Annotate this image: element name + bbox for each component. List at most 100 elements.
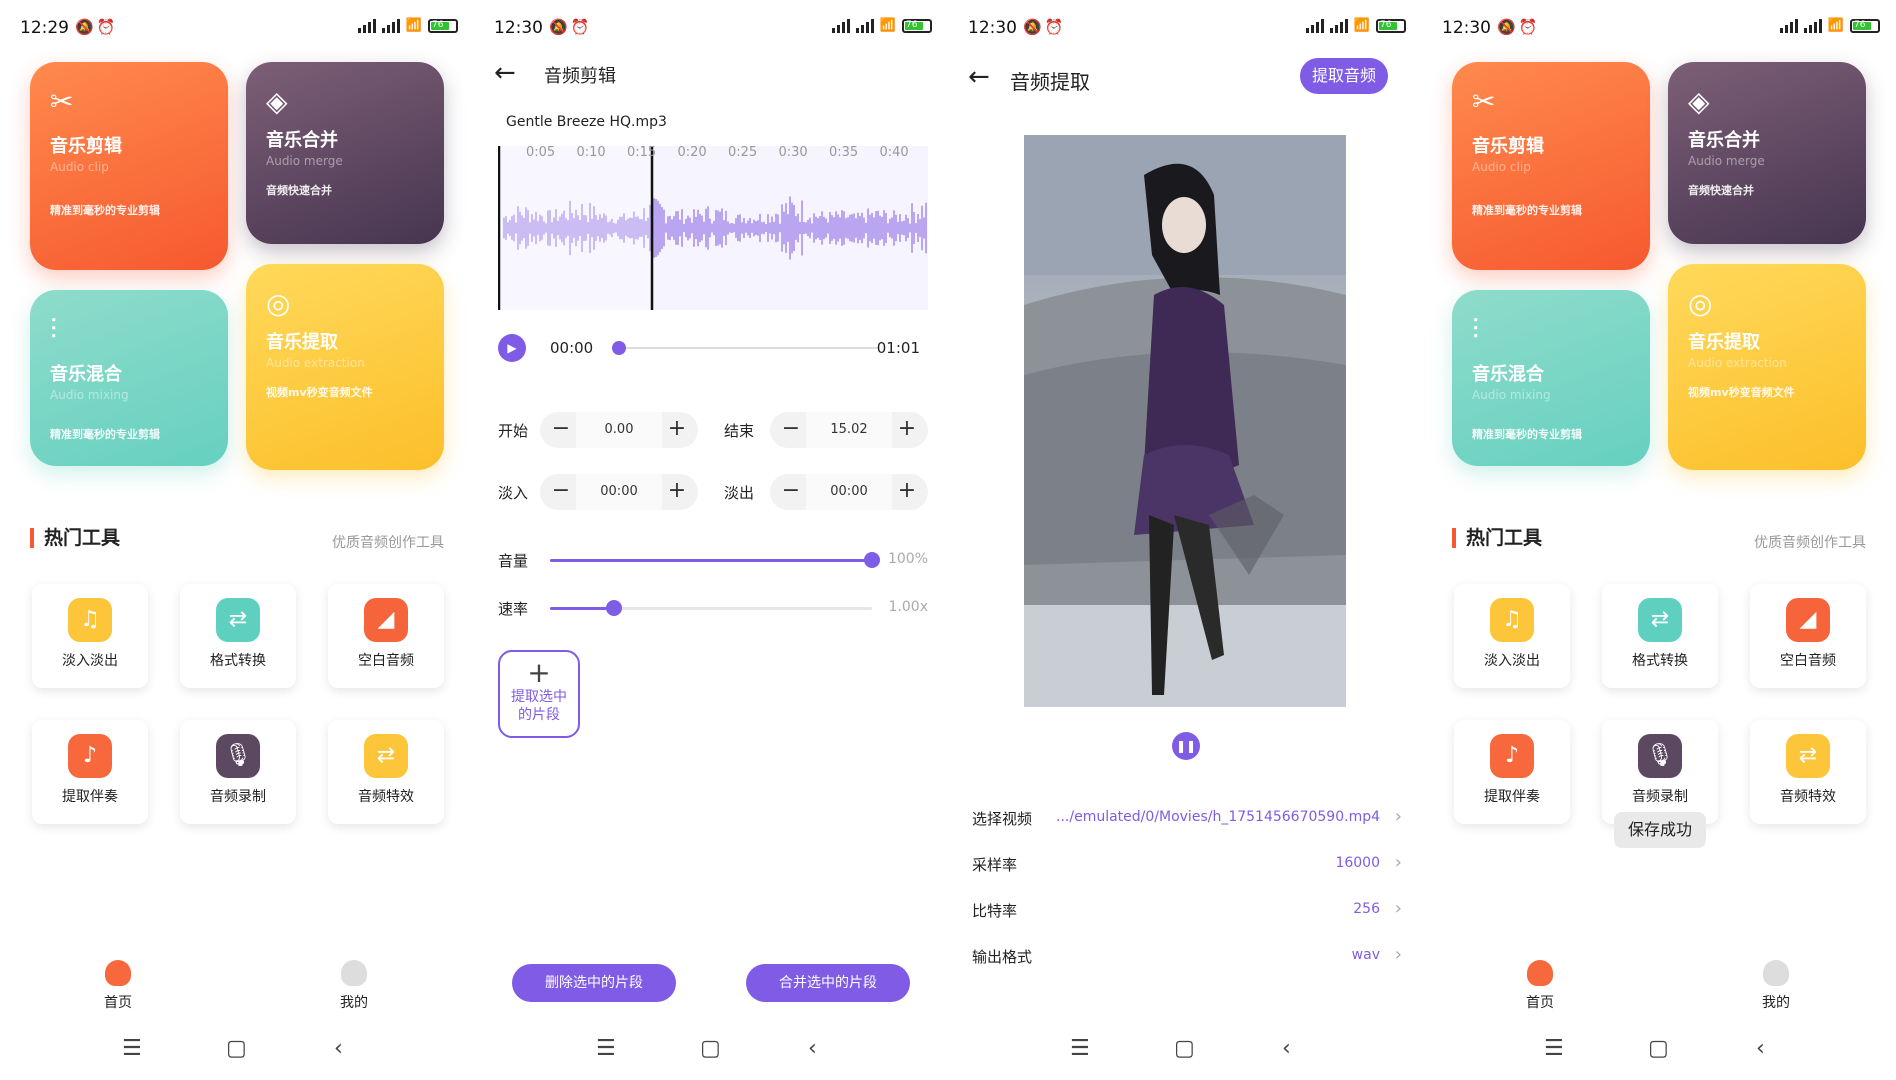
chevron-right-icon: › bbox=[1394, 806, 1402, 827]
fadeout-stepper: − 00:00 + bbox=[770, 474, 928, 510]
fadein-value[interactable]: 00:00 bbox=[576, 474, 662, 510]
tool-blank-audio[interactable]: ◢ 空白音频 bbox=[328, 584, 444, 688]
tool-fade[interactable]: ♫ 淡入淡出 bbox=[32, 584, 148, 688]
hot-tools-title: 热门工具 bbox=[30, 528, 120, 548]
selection-region[interactable] bbox=[498, 146, 652, 310]
fade-icon: ♫ bbox=[68, 598, 112, 642]
play-icon[interactable]: ▶ bbox=[498, 334, 526, 362]
home-square-icon[interactable]: ▢ bbox=[226, 1036, 247, 1061]
row-label: 采样率 bbox=[972, 856, 1018, 874]
card-audio-clip[interactable]: ✂ 音乐剪辑 Audio clip 精准到毫秒的专业剪辑 bbox=[1452, 62, 1650, 270]
fade-icon: ♫ bbox=[1490, 598, 1534, 642]
back-chevron-icon[interactable]: ‹ bbox=[1282, 1036, 1291, 1061]
minus-icon[interactable]: − bbox=[776, 477, 806, 507]
card-audio-merge[interactable]: ◈ 音乐合并 Audio merge 音频快速合并 bbox=[246, 62, 444, 244]
menu-icon[interactable]: ☰ bbox=[596, 1036, 616, 1061]
output-format-row[interactable]: 输出格式 wav › bbox=[972, 942, 1402, 972]
card-desc: 视频mv秒变音频文件 bbox=[1688, 386, 1795, 399]
plus-icon[interactable]: + bbox=[662, 477, 692, 507]
plus-icon[interactable]: + bbox=[892, 415, 922, 445]
progress-track[interactable] bbox=[618, 347, 878, 349]
start-end-row: 开始 − 0.00 + 结束 − 15.02 + bbox=[498, 412, 928, 448]
volume-knob[interactable] bbox=[864, 552, 880, 568]
tool-accompaniment[interactable]: ♪ 提取伴奏 bbox=[32, 720, 148, 824]
card-audio-extraction[interactable]: ◎ 音乐提取 Audio extraction 视频mv秒变音频文件 bbox=[1668, 264, 1866, 470]
plus-icon[interactable]: + bbox=[892, 477, 922, 507]
start-value[interactable]: 0.00 bbox=[576, 412, 662, 448]
tool-convert[interactable]: ⇄ 格式转换 bbox=[1602, 584, 1718, 688]
end-value[interactable]: 15.02 bbox=[806, 412, 892, 448]
tool-accompaniment[interactable]: ♪ 提取伴奏 bbox=[1454, 720, 1570, 824]
status-right-icons: 📶 76 bbox=[1305, 18, 1406, 33]
wifi-icon: 📶 bbox=[405, 18, 422, 33]
tab-home[interactable]: 首页 bbox=[78, 960, 158, 1012]
tool-blank-audio[interactable]: ◢ 空白音频 bbox=[1750, 584, 1866, 688]
speed-knob[interactable] bbox=[606, 600, 623, 616]
tool-effect[interactable]: ⇄ 音频特效 bbox=[1750, 720, 1866, 824]
row-value: .../emulated/0/Movies/h_1751456670590.mp… bbox=[1056, 809, 1380, 825]
extract-audio-button[interactable]: 提取音频 bbox=[1299, 58, 1388, 94]
card-subtitle: Audio mixing bbox=[1472, 388, 1551, 402]
tab-home[interactable]: 首页 bbox=[1500, 960, 1580, 1012]
tool-record[interactable]: 🎙 音频录制 bbox=[180, 720, 296, 824]
delete-segment-button[interactable]: 删除选中的片段 bbox=[512, 964, 676, 1002]
merge-segment-button[interactable]: 合并选中的片段 bbox=[746, 964, 910, 1002]
tool-convert[interactable]: ⇄ 格式转换 bbox=[180, 584, 296, 688]
home-square-icon[interactable]: ▢ bbox=[1174, 1036, 1195, 1061]
back-chevron-icon[interactable]: ‹ bbox=[808, 1036, 817, 1061]
minus-icon[interactable]: − bbox=[546, 477, 576, 507]
row-label: 选择视频 bbox=[972, 810, 1033, 828]
progress-knob[interactable] bbox=[612, 341, 626, 355]
back-arrow-icon[interactable]: ← bbox=[968, 62, 990, 92]
user-icon bbox=[341, 960, 367, 986]
minus-icon[interactable]: − bbox=[776, 415, 806, 445]
status-bar: 12:30 🔕⏰ 📶 76 bbox=[1422, 0, 1896, 58]
card-title: 音乐合并 bbox=[266, 130, 338, 151]
back-chevron-icon[interactable]: ‹ bbox=[1756, 1036, 1765, 1061]
battery-icon: 76 bbox=[1376, 18, 1406, 33]
wave-icon: ◎ bbox=[266, 287, 291, 320]
bitrate-row[interactable]: 比特率 256 › bbox=[972, 896, 1402, 926]
back-chevron-icon[interactable]: ‹ bbox=[334, 1036, 343, 1061]
extract-segment-button[interactable]: + 提取选中的片段 bbox=[498, 650, 580, 738]
system-nav-bar: ☰ ▢ ‹ bbox=[1422, 1036, 1896, 1066]
tab-mine[interactable]: 我的 bbox=[314, 960, 394, 1012]
video-preview[interactable] bbox=[1024, 135, 1346, 707]
card-desc: 精准到毫秒的专业剪辑 bbox=[50, 428, 160, 441]
battery-icon: 76 bbox=[902, 18, 932, 33]
tab-mine[interactable]: 我的 bbox=[1736, 960, 1816, 1012]
fadeout-value[interactable]: 00:00 bbox=[806, 474, 892, 510]
bottom-tab-bar: 首页 我的 bbox=[1422, 960, 1896, 1020]
home-screen-toast: 12:30 🔕⏰ 📶 76 ✂ 音乐剪辑 Audio clip 精准到毫秒的专业… bbox=[1422, 0, 1896, 1080]
signal-icon bbox=[1803, 18, 1822, 33]
tool-label: 音频特效 bbox=[358, 789, 414, 805]
menu-icon[interactable]: ☰ bbox=[1070, 1036, 1090, 1061]
menu-icon[interactable]: ☰ bbox=[1544, 1036, 1564, 1061]
tool-label: 空白音频 bbox=[1780, 653, 1836, 669]
back-arrow-icon[interactable]: ← bbox=[494, 58, 516, 88]
card-audio-merge[interactable]: ◈ 音乐合并 Audio merge 音频快速合并 bbox=[1668, 62, 1866, 244]
menu-icon[interactable]: ☰ bbox=[122, 1036, 142, 1061]
tool-fade[interactable]: ♫ 淡入淡出 bbox=[1454, 584, 1570, 688]
home-square-icon[interactable]: ▢ bbox=[700, 1036, 721, 1061]
plus-icon[interactable]: + bbox=[662, 415, 692, 445]
tool-effect[interactable]: ⇄ 音频特效 bbox=[328, 720, 444, 824]
tab-label: 我的 bbox=[1762, 995, 1790, 1011]
home-square-icon[interactable]: ▢ bbox=[1648, 1036, 1669, 1061]
effect-icon: ⇄ bbox=[1786, 734, 1830, 778]
tool-label: 格式转换 bbox=[210, 653, 266, 669]
minus-icon[interactable]: − bbox=[546, 415, 576, 445]
scissors-icon: ✂ bbox=[1472, 85, 1496, 118]
tool-label: 音频录制 bbox=[1632, 789, 1688, 805]
status-time: 12:30 bbox=[1442, 18, 1491, 38]
waveform[interactable] bbox=[498, 146, 928, 310]
card-audio-mixing[interactable]: ⫶ 音乐混合 Audio mixing 精准到毫秒的专业剪辑 bbox=[1452, 290, 1650, 466]
card-audio-clip[interactable]: ✂ 音乐剪辑 Audio clip 精准到毫秒的专业剪辑 bbox=[30, 62, 228, 270]
time-tick: 0:35 bbox=[829, 145, 859, 160]
select-video-row[interactable]: 选择视频 .../emulated/0/Movies/h_17514566705… bbox=[972, 804, 1402, 834]
pause-icon[interactable]: ❚❚ bbox=[1172, 732, 1200, 760]
sample-rate-row[interactable]: 采样率 16000 › bbox=[972, 850, 1402, 880]
tool-record[interactable]: 🎙 音频录制 bbox=[1602, 720, 1718, 824]
card-audio-mixing[interactable]: ⫶ 音乐混合 Audio mixing 精准到毫秒的专业剪辑 bbox=[30, 290, 228, 466]
card-audio-extraction[interactable]: ◎ 音乐提取 Audio extraction 视频mv秒变音频文件 bbox=[246, 264, 444, 470]
